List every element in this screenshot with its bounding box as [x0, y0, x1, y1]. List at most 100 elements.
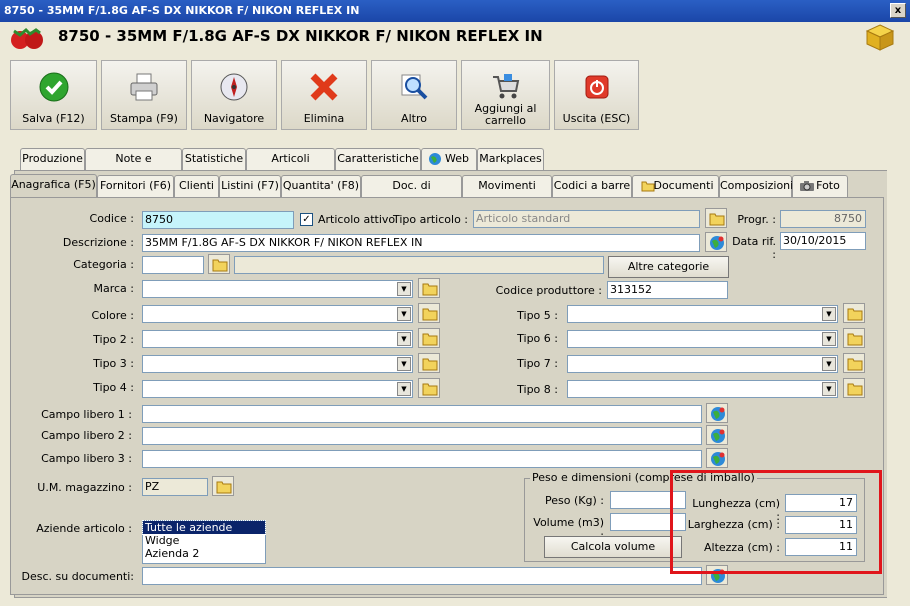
um-magazzino-input[interactable]: PZ	[142, 478, 208, 496]
globe-icon	[711, 429, 725, 443]
tipo3-select[interactable]: ▼	[142, 355, 413, 373]
delete-button[interactable]: Elimina	[281, 60, 367, 130]
tab-composizioni[interactable]: Composizioni	[719, 175, 793, 197]
descrizione-input[interactable]: 35MM F/1.8G AF-S DX NIKKOR F/ NIKON REFL…	[142, 234, 700, 252]
tab-listini[interactable]: Listini (F7)	[219, 175, 281, 197]
tab-quantita[interactable]: Quantita' (F8)	[281, 175, 361, 197]
peso-label: Peso (Kg) :	[545, 494, 604, 507]
list-item[interactable]: Azienda 2	[143, 547, 265, 560]
chevron-down-icon: ▼	[822, 382, 836, 396]
marca-select[interactable]: ▼	[142, 280, 413, 298]
tipo5-select[interactable]: ▼	[567, 305, 838, 323]
tipo6-label: Tipo 6 :	[517, 332, 558, 345]
more-button[interactable]: Altro	[371, 60, 457, 130]
tipo2-select[interactable]: ▼	[142, 330, 413, 348]
list-item[interactable]: Tutte le aziende	[142, 520, 266, 535]
tipo2-folder-button[interactable]	[418, 328, 440, 348]
tipo4-folder-button[interactable]	[418, 378, 440, 398]
progr-label: Progr. :	[737, 213, 776, 226]
cart-icon	[492, 74, 519, 99]
folder-icon	[641, 181, 655, 192]
tab-codici-barre[interactable]: Codici a barre	[552, 175, 632, 197]
codice-produttore-input[interactable]: 313152	[607, 281, 728, 299]
tab-clienti[interactable]: Clienti	[174, 175, 219, 197]
panel-edge	[887, 170, 892, 598]
save-button[interactable]: Salva (F12)	[10, 60, 97, 130]
colore-folder-button[interactable]	[418, 303, 440, 323]
colore-select[interactable]: ▼	[142, 305, 413, 323]
camera-icon	[800, 181, 814, 191]
chevron-down-icon: ▼	[397, 282, 411, 296]
print-button[interactable]: Stampa (F9)	[101, 60, 187, 130]
tipo-articolo-label: Tipo articolo :	[392, 213, 468, 226]
tipo8-select[interactable]: ▼	[567, 380, 838, 398]
tab-doc-magazzino[interactable]: Doc. di magazzino	[361, 175, 462, 212]
tab-web[interactable]: Web	[421, 148, 477, 170]
tipo-articolo-input[interactable]: Articolo standard	[473, 210, 700, 228]
tab-fornitori[interactable]: Fornitori (F6)	[97, 175, 174, 197]
categoria-folder-button[interactable]	[208, 254, 230, 274]
folder-icon	[422, 308, 438, 321]
categoria-input[interactable]	[142, 256, 204, 274]
package-icon	[865, 24, 895, 51]
articolo-attivo-checkbox[interactable]: ✓	[300, 213, 313, 226]
tipo4-select[interactable]: ▼	[142, 380, 413, 398]
progr-input[interactable]: 8750	[780, 210, 866, 228]
tipo7-label: Tipo 7 :	[517, 357, 558, 370]
tab-markplaces[interactable]: Markplaces	[477, 148, 544, 170]
desc-documenti-input[interactable]	[142, 567, 702, 585]
tipo7-folder-button[interactable]	[843, 353, 865, 373]
campo-libero2-globe-button[interactable]	[706, 425, 728, 445]
tab-movimenti[interactable]: Movimenti (F10)	[462, 175, 552, 212]
campo-libero3-input[interactable]	[142, 450, 702, 468]
tab-produzione[interactable]: Produzione	[20, 148, 85, 170]
tipo3-folder-button[interactable]	[418, 353, 440, 373]
tab-documenti[interactable]: Documenti	[632, 175, 719, 197]
campo-libero1-globe-button[interactable]	[706, 403, 728, 423]
chevron-down-icon: ▼	[397, 382, 411, 396]
tab-caratteristiche[interactable]: Caratteristiche	[335, 148, 421, 170]
chevron-down-icon: ▼	[822, 307, 836, 321]
exit-button[interactable]: Uscita (ESC)	[554, 60, 639, 130]
tab-statistiche[interactable]: Statistiche	[182, 148, 246, 170]
tipo5-folder-button[interactable]	[843, 303, 865, 323]
tab-articoli-collegati[interactable]: Articoli collegati	[246, 148, 335, 185]
tab-note-descrizioni[interactable]: Note e descrizioni	[85, 148, 182, 185]
descrizione-globe-button[interactable]	[705, 232, 727, 252]
campo-libero2-label: Campo libero 2 :	[41, 429, 132, 442]
tipo7-select[interactable]: ▼	[567, 355, 838, 373]
tipo-articolo-folder-button[interactable]	[705, 208, 727, 228]
tipo6-folder-button[interactable]	[843, 328, 865, 348]
calcola-volume-button[interactable]: Calcola volume	[544, 536, 682, 558]
window-title-bar: 8750 - 35MM F/1.8G AF-S DX NIKKOR F/ NIK…	[0, 0, 910, 22]
campo-libero3-globe-button[interactable]	[706, 448, 728, 468]
tab-foto[interactable]: Foto	[792, 175, 848, 197]
folder-icon	[422, 383, 438, 396]
data-rif-input[interactable]: 30/10/2015	[780, 232, 866, 250]
add-to-cart-button[interactable]: Aggiungi al carrello	[461, 60, 550, 130]
marca-folder-button[interactable]	[418, 278, 440, 298]
list-item[interactable]: Widge	[143, 534, 265, 547]
codice-label: Codice :	[89, 212, 134, 225]
close-button[interactable]: x	[890, 3, 906, 18]
navigator-button[interactable]: Navigatore	[191, 60, 277, 130]
descrizione-label: Descrizione :	[62, 236, 134, 249]
globe-icon	[711, 407, 725, 421]
aziende-list[interactable]: Tutte le aziende Widge Azienda 2	[142, 520, 266, 564]
folder-icon	[847, 333, 863, 346]
codice-produttore-label: Codice produttore :	[495, 284, 602, 297]
codice-input[interactable]: 8750	[142, 211, 294, 229]
altre-categorie-button[interactable]: Altre categorie	[608, 256, 729, 278]
campo-libero2-input[interactable]	[142, 427, 702, 445]
colore-label: Colore :	[91, 309, 134, 322]
tipo6-select[interactable]: ▼	[567, 330, 838, 348]
tab-anagrafica[interactable]: Anagrafica (F5)	[10, 174, 97, 198]
tipo4-label: Tipo 4 :	[93, 381, 134, 394]
tipo8-folder-button[interactable]	[843, 378, 865, 398]
articolo-attivo-label: Articolo attivo	[318, 213, 396, 226]
tipo8-label: Tipo 8 :	[517, 383, 558, 396]
um-magazzino-folder-button[interactable]	[212, 476, 234, 496]
marca-label: Marca :	[93, 282, 134, 295]
campo-libero1-input[interactable]	[142, 405, 702, 423]
tipo5-label: Tipo 5 :	[517, 309, 558, 322]
